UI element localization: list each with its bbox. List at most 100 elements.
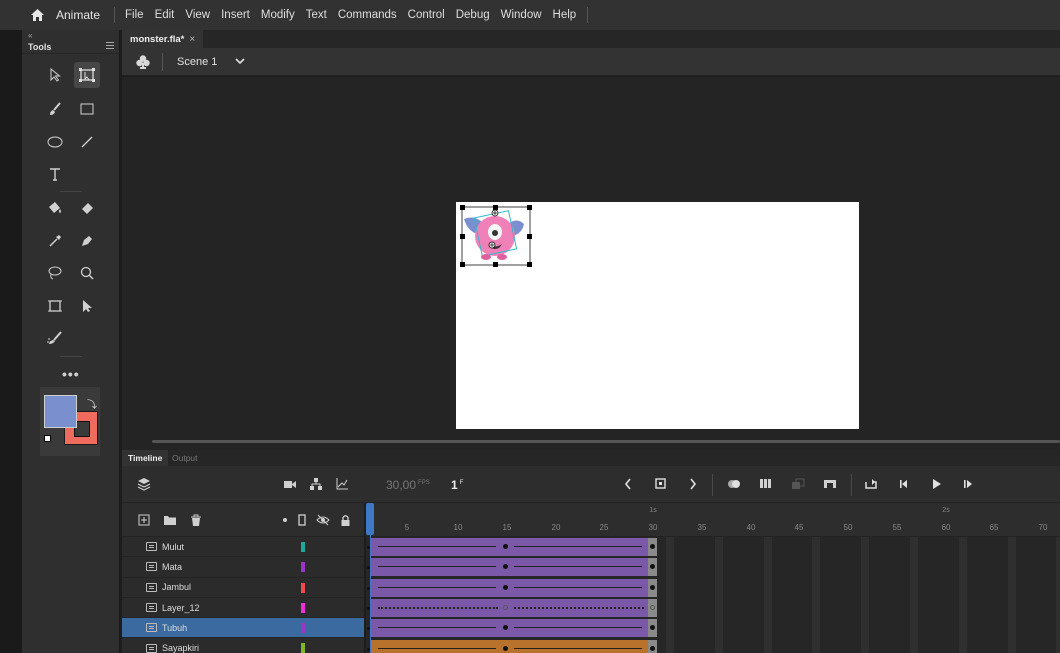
chevron-down-icon[interactable] [235, 56, 245, 68]
insert-blank-keyframe-icon[interactable] [822, 476, 838, 492]
edit-multiple-frames-icon[interactable] [758, 476, 774, 492]
camera-icon[interactable] [282, 476, 298, 492]
new-layer-icon[interactable] [136, 512, 152, 528]
tween-arrow [378, 627, 496, 629]
stage[interactable] [456, 202, 859, 429]
tween-span[interactable] [370, 578, 651, 597]
layer-color-swatch[interactable] [301, 562, 305, 573]
tween-span[interactable] [370, 538, 651, 556]
menu-control[interactable]: Control [408, 9, 445, 21]
tween-span[interactable] [370, 558, 651, 577]
frame-row[interactable] [366, 639, 1060, 653]
tween-arrow [378, 566, 496, 568]
previous-keyframe-icon[interactable] [620, 476, 636, 492]
paint-brush-tool-icon[interactable] [42, 325, 68, 351]
selection-tool-icon[interactable] [42, 62, 68, 88]
layer-row[interactable]: Mulut [122, 537, 364, 558]
text-tool-icon[interactable] [42, 161, 68, 187]
step-forward-icon[interactable] [960, 476, 976, 492]
eye-hidden-icon[interactable] [315, 512, 331, 528]
horizontal-scrollbar[interactable] [152, 440, 1060, 443]
layer-color-swatch[interactable] [301, 542, 305, 552]
layers-icon[interactable] [136, 476, 152, 492]
parenting-icon[interactable] [308, 476, 324, 492]
folder-icon[interactable] [162, 512, 178, 528]
menu-edit[interactable]: Edit [155, 9, 175, 21]
layer-list: Mulut Mata Jambul Layer_12 Tubuh Sayapki… [122, 537, 364, 653]
rectangle-tool-icon[interactable] [74, 96, 100, 122]
menu-debug[interactable]: Debug [456, 9, 490, 21]
default-colors-icon[interactable] [44, 435, 51, 442]
menu-file[interactable]: File [125, 9, 144, 21]
insert-keyframe-icon[interactable] [653, 476, 669, 492]
frame-row[interactable] [366, 537, 1060, 557]
layer-row-selected[interactable]: Tubuh [122, 618, 364, 639]
menu-window[interactable]: Window [501, 9, 542, 21]
layer-color-swatch[interactable] [301, 643, 305, 653]
layer-row[interactable]: Mata [122, 557, 364, 578]
layer-row[interactable]: Layer_12 [122, 598, 364, 619]
frame-row[interactable] [366, 598, 1060, 618]
menu-view[interactable]: View [185, 9, 210, 21]
trash-icon[interactable] [188, 512, 204, 528]
eyedropper-tool-icon[interactable] [42, 228, 68, 254]
swap-colors-icon[interactable]: ⤵ [87, 396, 97, 411]
tween-span[interactable] [370, 619, 651, 638]
home-icon[interactable] [26, 0, 48, 30]
step-back-icon[interactable] [896, 476, 912, 492]
create-tween-icon[interactable] [790, 476, 806, 492]
frame-ruler[interactable]: 1s 2s 5 10 15 20 25 30 35 40 45 50 55 60… [366, 503, 1060, 537]
menu-commands[interactable]: Commands [338, 9, 397, 21]
paint-bucket-tool-icon[interactable] [42, 195, 68, 221]
zoom-tool-icon[interactable] [74, 260, 100, 286]
asset-warp-tool-icon[interactable] [42, 293, 68, 319]
frame-grid[interactable] [366, 537, 1060, 653]
subselection-tool-icon[interactable] [74, 293, 100, 319]
playhead-handle[interactable] [366, 503, 374, 535]
outline-icon[interactable] [294, 512, 310, 528]
highlight-dot-icon[interactable] [277, 512, 293, 528]
fps-display[interactable]: 30,00 FPS [386, 478, 430, 492]
toolbar-divider [851, 474, 852, 496]
eraser-tool-icon[interactable] [74, 195, 100, 221]
lasso-tool-icon[interactable] [42, 260, 68, 286]
menu-insert[interactable]: Insert [221, 9, 250, 21]
ruler-tick: 40 [746, 523, 756, 532]
frame-row[interactable] [366, 578, 1060, 598]
collapse-icon[interactable]: « [28, 31, 32, 40]
more-tools-icon[interactable]: ••• [62, 366, 80, 382]
document-tab[interactable]: monster.fla* × [122, 30, 204, 48]
layer-row[interactable]: Sayapkiri [122, 638, 364, 653]
next-keyframe-icon[interactable] [685, 476, 701, 492]
scene-icon[interactable] [134, 54, 152, 70]
layer-row[interactable]: Jambul [122, 578, 364, 598]
line-tool-icon[interactable] [74, 129, 100, 155]
layer-color-swatch[interactable] [301, 602, 305, 613]
menu-text[interactable]: Text [306, 9, 327, 21]
brush-tool-icon[interactable] [42, 96, 68, 122]
play-icon[interactable] [928, 476, 944, 492]
close-icon[interactable]: × [189, 34, 195, 45]
frame-row[interactable] [366, 557, 1060, 577]
onion-skin-icon[interactable] [726, 476, 742, 492]
layer-color-swatch[interactable] [301, 582, 305, 593]
oval-tool-icon[interactable] [42, 129, 68, 155]
scene-name[interactable]: Scene 1 [177, 56, 217, 68]
free-transform-tool-icon[interactable] [74, 62, 100, 88]
ruler-tick: 70 [1038, 523, 1048, 532]
layer-color-swatch[interactable] [301, 623, 305, 634]
frame-display[interactable]: 1F [451, 478, 463, 492]
tab-timeline[interactable]: Timeline [122, 450, 169, 466]
menu-modify[interactable]: Modify [261, 9, 295, 21]
tween-span[interactable] [370, 639, 651, 653]
pen-tool-icon[interactable] [74, 228, 100, 254]
menu-help[interactable]: Help [553, 9, 577, 21]
panel-menu-icon[interactable] [106, 42, 114, 49]
monster-character[interactable] [456, 202, 859, 429]
loop-icon[interactable] [863, 476, 879, 492]
graph-icon[interactable] [334, 476, 350, 492]
fill-color-swatch[interactable] [44, 395, 77, 428]
lock-icon[interactable] [337, 512, 353, 528]
tab-output[interactable]: Output [172, 450, 198, 466]
frame-row[interactable] [366, 618, 1060, 638]
